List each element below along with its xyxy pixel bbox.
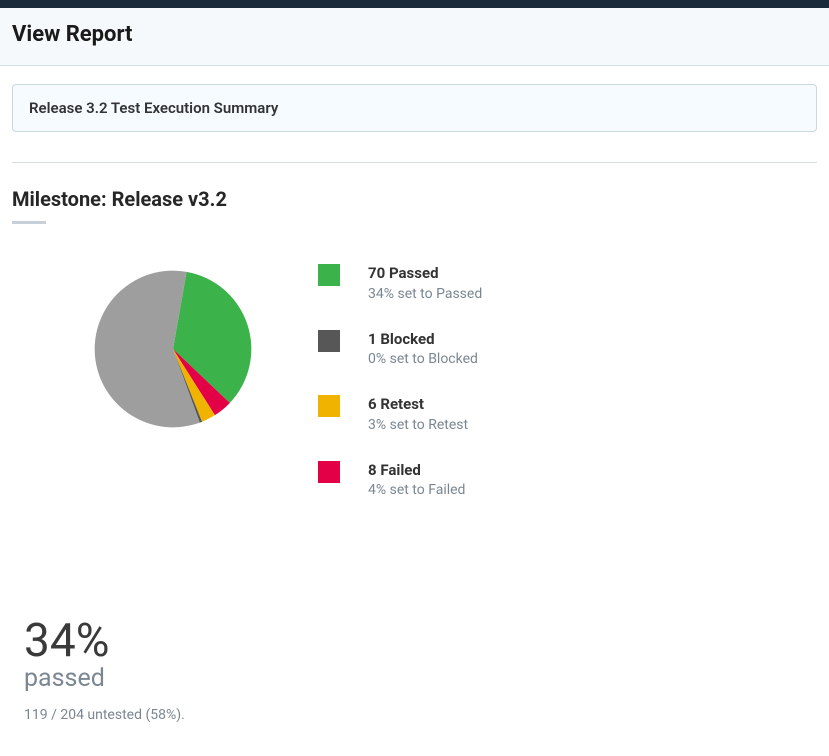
page-title: View Report [12, 22, 817, 47]
pie-chart [12, 260, 262, 442]
milestone-underline [12, 221, 46, 224]
legend-swatch-blocked [318, 330, 340, 352]
legend: 70 Passed 34% set to Passed 1 Blocked 0%… [318, 260, 482, 498]
top-bar [0, 0, 829, 8]
legend-main-passed: 70 Passed [368, 264, 482, 284]
legend-item-retest: 6 Retest 3% set to Retest [318, 395, 482, 433]
report-name-input[interactable]: Release 3.2 Test Execution Summary [12, 84, 817, 132]
legend-sub-passed: 34% set to Passed [368, 286, 482, 302]
legend-swatch-failed [318, 461, 340, 483]
report-name-row: Release 3.2 Test Execution Summary [0, 66, 829, 140]
milestone-section: Milestone: Release v3.2 70 Passed 34% se… [0, 163, 829, 723]
legend-main-blocked: 1 Blocked [368, 330, 478, 350]
milestone-title: Milestone: Release v3.2 [12, 187, 817, 211]
legend-swatch-passed [318, 264, 340, 286]
legend-main-retest: 6 Retest [368, 395, 468, 415]
legend-item-blocked: 1 Blocked 0% set to Blocked [318, 330, 482, 368]
pie-chart-svg [84, 260, 262, 438]
page-header: View Report [0, 8, 829, 66]
legend-sub-failed: 4% set to Failed [368, 482, 465, 498]
legend-sub-blocked: 0% set to Blocked [368, 351, 478, 367]
summary-label: passed [24, 664, 805, 693]
summary-block: 34% passed 119 / 204 untested (58%). [12, 498, 817, 723]
legend-item-passed: 70 Passed 34% set to Passed [318, 264, 482, 302]
chart-legend-row: 70 Passed 34% set to Passed 1 Blocked 0%… [12, 260, 817, 498]
legend-swatch-retest [318, 395, 340, 417]
legend-main-failed: 8 Failed [368, 461, 465, 481]
summary-untested: 119 / 204 untested (58%). [24, 707, 805, 723]
legend-item-failed: 8 Failed 4% set to Failed [318, 461, 482, 499]
summary-percent: 34% [24, 618, 805, 664]
legend-sub-retest: 3% set to Retest [368, 417, 468, 433]
